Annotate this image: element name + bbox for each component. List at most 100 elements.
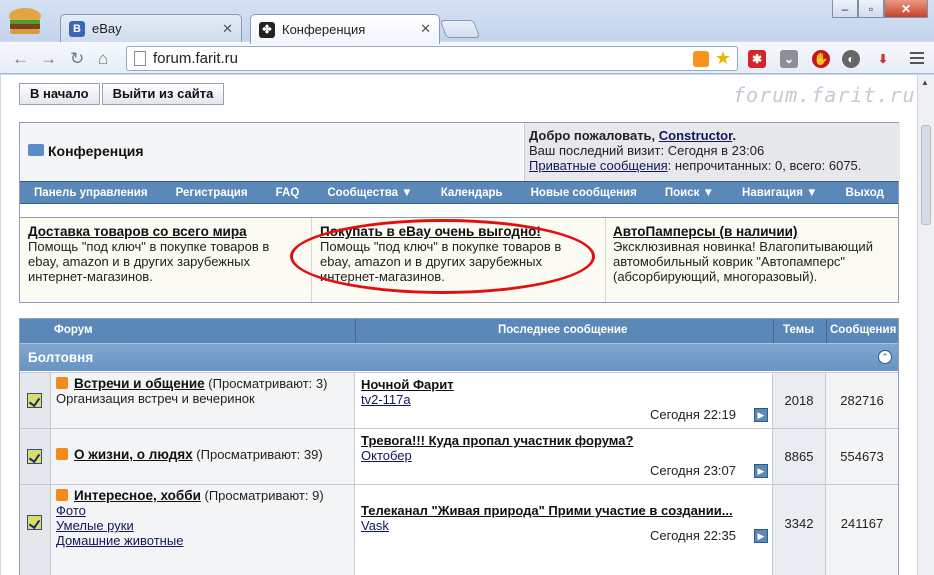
back-icon[interactable]: ← xyxy=(12,49,29,69)
forum-cell: О жизни, о людях (Просматривают: 39) xyxy=(51,429,355,484)
forum-title[interactable]: О жизни, о людях xyxy=(74,447,193,462)
pm-counts: : непрочитанных: 0, всего: 6075. xyxy=(667,158,862,173)
close-window-button[interactable]: ✕ xyxy=(884,0,928,18)
nav-logout[interactable]: Выход xyxy=(846,187,884,199)
nav-communities[interactable]: Сообщества ▼ xyxy=(327,187,412,199)
col-last-post: Последнее сообщение xyxy=(498,324,628,336)
download-icon[interactable]: ⬇ xyxy=(874,50,892,68)
last-post-date: Сегодня 23:07 xyxy=(650,463,736,478)
ad-title[interactable]: АвтоПамперсы (в наличии) xyxy=(613,224,797,239)
user-link[interactable]: Constructor xyxy=(659,128,733,143)
nav-register[interactable]: Регистрация xyxy=(176,187,248,199)
nav-search[interactable]: Поиск ▼ xyxy=(665,187,714,199)
nav-navigation[interactable]: Навигация ▼ xyxy=(742,187,817,199)
close-tab-icon[interactable]: ✕ xyxy=(222,21,233,37)
rss-icon[interactable] xyxy=(56,377,68,389)
vk-favicon-icon: B xyxy=(69,20,85,37)
tab-ebay[interactable]: B eBay ✕ xyxy=(60,14,242,42)
url-text: forum.farit.ru xyxy=(153,50,239,67)
tab-konferentsiya[interactable]: ✤ Конференция ✕ xyxy=(250,14,440,44)
viewing-count: (Просматривают: 3) xyxy=(208,376,328,391)
rss-icon[interactable] xyxy=(56,448,68,460)
ad-title[interactable]: Доставка товаров со всего мира xyxy=(28,224,247,239)
bookmark-star-icon[interactable]: ★ xyxy=(715,48,731,69)
viewing-count: (Просматривают: 9) xyxy=(204,488,324,503)
top-buttons: В начало Выйти из сайта xyxy=(19,83,226,105)
nav-bar: Панель управления Регистрация FAQ Сообще… xyxy=(20,181,898,204)
nav-faq[interactable]: FAQ xyxy=(276,187,300,199)
logout-button[interactable]: Выйти из сайта xyxy=(101,83,225,105)
goto-post-icon[interactable]: ▶ xyxy=(754,464,768,478)
goto-post-icon[interactable]: ▶ xyxy=(754,408,768,422)
last-post-user[interactable]: Vask xyxy=(361,518,389,533)
last-post-title[interactable]: Ночной Фарит xyxy=(361,377,454,392)
status-cell xyxy=(20,485,51,575)
last-post-title[interactable]: Телеканал "Живая природа" Прими участие … xyxy=(361,503,733,518)
home-button[interactable]: В начало xyxy=(19,83,100,105)
subforum-link[interactable]: Фото xyxy=(56,503,354,518)
last-post-cell: Тревога!!! Куда пропал участник форума? … xyxy=(355,429,773,484)
reload-icon[interactable]: ↻ xyxy=(70,49,84,69)
subforum-link[interactable]: Умелые руки xyxy=(56,518,354,533)
category-row: Болтовня ⌃ xyxy=(20,343,898,371)
collapse-icon[interactable]: ⌃ xyxy=(878,350,892,364)
maximize-button[interactable]: ▫ xyxy=(858,0,884,18)
chrome-menu-icon[interactable] xyxy=(910,52,924,67)
ad-divider xyxy=(605,218,606,302)
forum-cell: Интересное, хобби (Просматривают: 9) Фот… xyxy=(51,485,355,575)
forum-header: Конференция Добро пожаловать, Constructo… xyxy=(19,122,900,226)
col-threads: Темы xyxy=(783,324,815,336)
adblock-icon[interactable]: ✋ xyxy=(812,50,830,68)
pocket-icon[interactable]: ⌄ xyxy=(780,50,798,68)
last-visit: Ваш последний визит: Сегодня в 23:06 xyxy=(529,143,765,158)
address-bar[interactable]: forum.farit.ru ★ xyxy=(126,46,738,71)
rss-icon[interactable] xyxy=(693,51,709,67)
table-row: О жизни, о людях (Просматривают: 39) Тре… xyxy=(20,428,898,484)
threads-cell: 2018 xyxy=(773,373,826,428)
nav-calendar[interactable]: Календарь xyxy=(441,187,503,199)
window-controls: – ▫ ✕ xyxy=(832,0,928,18)
page-icon xyxy=(134,51,146,66)
forum-table: Форум Последнее сообщение Темы Сообщения… xyxy=(19,318,899,575)
goto-post-icon[interactable]: ▶ xyxy=(754,529,768,543)
extension-red-icon[interactable]: ✱ xyxy=(748,50,766,68)
col-posts: Сообщения xyxy=(830,324,897,336)
scroll-up-icon[interactable]: ▲ xyxy=(921,78,929,87)
welcome-prefix: Добро пожаловать, xyxy=(529,128,659,143)
highlight-oval xyxy=(290,219,595,294)
nav-control-panel[interactable]: Панель управления xyxy=(34,187,148,199)
welcome-panel: Добро пожаловать, Constructor. Ваш после… xyxy=(524,123,900,181)
forum-title[interactable]: Интересное, хобби xyxy=(74,488,201,503)
vertical-scrollbar[interactable]: ▲ xyxy=(917,75,934,575)
table-row: Интересное, хобби (Просматривают: 9) Фот… xyxy=(20,484,898,575)
status-cell xyxy=(20,429,51,484)
extension-gray-icon[interactable]: ◐ xyxy=(842,50,860,68)
nav-new-posts[interactable]: Новые сообщения xyxy=(531,187,637,199)
breadcrumb: Конференция xyxy=(20,123,523,181)
col-forum: Форум xyxy=(54,324,93,336)
forum-cell: Встречи и общение (Просматривают: 3) Орг… xyxy=(51,373,355,428)
forward-icon[interactable]: → xyxy=(40,49,57,69)
folder-icon xyxy=(28,144,44,156)
site-logo: forum.farit.ru xyxy=(733,83,916,107)
minimize-button[interactable]: – xyxy=(832,0,858,18)
subforum-link[interactable]: Домашние животные xyxy=(56,533,354,548)
page-title: Конференция xyxy=(48,143,144,159)
close-tab-icon[interactable]: ✕ xyxy=(420,21,431,37)
posts-cell: 282716 xyxy=(826,373,898,428)
category-title[interactable]: Болтовня xyxy=(28,350,93,365)
last-post-user[interactable]: tv2-117a xyxy=(361,392,411,407)
rss-icon[interactable] xyxy=(56,489,68,501)
new-tab-button[interactable] xyxy=(439,20,481,38)
forum-desc: Организация встреч и вечеринок xyxy=(56,391,255,406)
home-icon[interactable]: ⌂ xyxy=(98,49,108,69)
scroll-thumb[interactable] xyxy=(921,125,931,225)
forum-status-icon xyxy=(27,449,42,464)
forum-status-icon xyxy=(27,393,42,408)
forum-title[interactable]: Встречи и общение xyxy=(74,376,205,391)
last-post-cell: Телеканал "Живая природа" Прими участие … xyxy=(355,485,773,575)
last-post-user[interactable]: Октобер xyxy=(361,448,412,463)
private-messages-link[interactable]: Приватные сообщения xyxy=(529,158,668,173)
burger-logo-icon[interactable] xyxy=(6,6,44,38)
last-post-title[interactable]: Тревога!!! Куда пропал участник форума? xyxy=(361,433,633,448)
